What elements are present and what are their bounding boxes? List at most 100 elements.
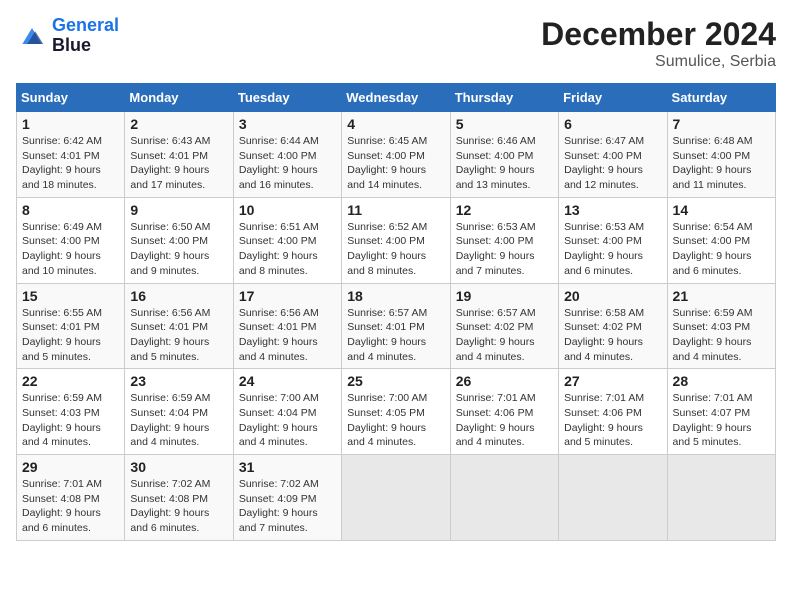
calendar-cell: 6 Sunrise: 6:47 AM Sunset: 4:00 PM Daylig… — [559, 112, 667, 198]
weekday-header-saturday: Saturday — [667, 84, 775, 112]
day-number: 25 — [347, 373, 444, 389]
day-info: Sunrise: 6:51 AM Sunset: 4:00 PM Dayligh… — [239, 220, 336, 279]
day-info: Sunrise: 6:47 AM Sunset: 4:00 PM Dayligh… — [564, 134, 661, 193]
day-number: 11 — [347, 202, 444, 218]
day-info: Sunrise: 6:58 AM Sunset: 4:02 PM Dayligh… — [564, 306, 661, 365]
calendar-cell: 7 Sunrise: 6:48 AM Sunset: 4:00 PM Daylig… — [667, 112, 775, 198]
day-info: Sunrise: 7:02 AM Sunset: 4:09 PM Dayligh… — [239, 477, 336, 536]
calendar-cell — [667, 455, 775, 541]
calendar-cell: 9 Sunrise: 6:50 AM Sunset: 4:00 PM Daylig… — [125, 197, 233, 283]
day-number: 28 — [673, 373, 770, 389]
month-title: December 2024 — [541, 16, 776, 53]
day-number: 22 — [22, 373, 119, 389]
calendar-cell: 14 Sunrise: 6:54 AM Sunset: 4:00 PM Dayli… — [667, 197, 775, 283]
calendar-cell: 16 Sunrise: 6:56 AM Sunset: 4:01 PM Dayli… — [125, 283, 233, 369]
day-info: Sunrise: 7:01 AM Sunset: 4:06 PM Dayligh… — [564, 391, 661, 450]
day-number: 16 — [130, 288, 227, 304]
calendar-cell: 15 Sunrise: 6:55 AM Sunset: 4:01 PM Dayli… — [17, 283, 125, 369]
day-info: Sunrise: 7:02 AM Sunset: 4:08 PM Dayligh… — [130, 477, 227, 536]
logo-text: General Blue — [52, 16, 119, 56]
day-info: Sunrise: 6:52 AM Sunset: 4:00 PM Dayligh… — [347, 220, 444, 279]
calendar-cell: 18Sunrise: 6:57 AM Sunset: 4:01 PM Dayli… — [342, 283, 450, 369]
day-info: Sunrise: 7:01 AM Sunset: 4:06 PM Dayligh… — [456, 391, 553, 450]
day-info: Sunrise: 7:00 AM Sunset: 4:05 PM Dayligh… — [347, 391, 444, 450]
calendar-cell: 25 Sunrise: 7:00 AM Sunset: 4:05 PM Dayli… — [342, 369, 450, 455]
day-number: 7 — [673, 116, 770, 132]
day-number: 31 — [239, 459, 336, 475]
day-number: 17 — [239, 288, 336, 304]
calendar-cell: 3 Sunrise: 6:44 AM Sunset: 4:00 PM Daylig… — [233, 112, 341, 198]
day-info: Sunrise: 7:00 AM Sunset: 4:04 PM Dayligh… — [239, 391, 336, 450]
day-info: Sunrise: 6:45 AM Sunset: 4:00 PM Dayligh… — [347, 134, 444, 193]
day-number: 10 — [239, 202, 336, 218]
calendar-cell: 30 Sunrise: 7:02 AM Sunset: 4:08 PM Dayli… — [125, 455, 233, 541]
day-info: Sunrise: 6:50 AM Sunset: 4:00 PM Dayligh… — [130, 220, 227, 279]
day-info: Sunrise: 6:56 AM Sunset: 4:01 PM Dayligh… — [239, 306, 336, 365]
day-info: Sunrise: 6:43 AM Sunset: 4:01 PM Dayligh… — [130, 134, 227, 193]
calendar-cell: 19Sunrise: 6:57 AM Sunset: 4:02 PM Dayli… — [450, 283, 558, 369]
day-info: Sunrise: 6:53 AM Sunset: 4:00 PM Dayligh… — [456, 220, 553, 279]
day-number: 3 — [239, 116, 336, 132]
day-number: 26 — [456, 373, 553, 389]
day-info: Sunrise: 6:56 AM Sunset: 4:01 PM Dayligh… — [130, 306, 227, 365]
calendar-cell: 5 Sunrise: 6:46 AM Sunset: 4:00 PM Daylig… — [450, 112, 558, 198]
day-number: 29 — [22, 459, 119, 475]
day-number: 6 — [564, 116, 661, 132]
day-info: Sunrise: 7:01 AM Sunset: 4:07 PM Dayligh… — [673, 391, 770, 450]
day-number: 19 — [456, 288, 553, 304]
calendar-cell: 2 Sunrise: 6:43 AM Sunset: 4:01 PM Daylig… — [125, 112, 233, 198]
day-number: 18 — [347, 288, 444, 304]
weekday-header-monday: Monday — [125, 84, 233, 112]
calendar-cell: 1 Sunrise: 6:42 AM Sunset: 4:01 PM Daylig… — [17, 112, 125, 198]
calendar-cell: 13 Sunrise: 6:53 AM Sunset: 4:00 PM Dayli… — [559, 197, 667, 283]
logo-icon — [16, 20, 48, 52]
calendar-cell: 12 Sunrise: 6:53 AM Sunset: 4:00 PM Dayli… — [450, 197, 558, 283]
day-number: 13 — [564, 202, 661, 218]
calendar-cell — [450, 455, 558, 541]
calendar-cell: 23 Sunrise: 6:59 AM Sunset: 4:04 PM Dayli… — [125, 369, 233, 455]
day-info: Sunrise: 7:01 AM Sunset: 4:08 PM Dayligh… — [22, 477, 119, 536]
day-info: Sunrise: 6:59 AM Sunset: 4:03 PM Dayligh… — [673, 306, 770, 365]
title-area: December 2024 Sumulice, Serbia — [541, 16, 776, 71]
weekday-header-wednesday: Wednesday — [342, 84, 450, 112]
calendar-cell: 8 Sunrise: 6:49 AM Sunset: 4:00 PM Daylig… — [17, 197, 125, 283]
day-number: 8 — [22, 202, 119, 218]
calendar-cell: 20 Sunrise: 6:58 AM Sunset: 4:02 PM Dayli… — [559, 283, 667, 369]
day-info: Sunrise: 6:44 AM Sunset: 4:00 PM Dayligh… — [239, 134, 336, 193]
day-info: Sunrise: 6:46 AM Sunset: 4:00 PM Dayligh… — [456, 134, 553, 193]
day-number: 21 — [673, 288, 770, 304]
day-info: Sunrise: 6:48 AM Sunset: 4:00 PM Dayligh… — [673, 134, 770, 193]
day-number: 24 — [239, 373, 336, 389]
day-number: 5 — [456, 116, 553, 132]
day-number: 1 — [22, 116, 119, 132]
calendar-cell — [342, 455, 450, 541]
day-number: 15 — [22, 288, 119, 304]
day-info: Sunrise: 6:42 AM Sunset: 4:01 PM Dayligh… — [22, 134, 119, 193]
calendar-cell: 24 Sunrise: 7:00 AM Sunset: 4:04 PM Dayli… — [233, 369, 341, 455]
day-info: Sunrise: 6:59 AM Sunset: 4:03 PM Dayligh… — [22, 391, 119, 450]
calendar-cell: 21 Sunrise: 6:59 AM Sunset: 4:03 PM Dayli… — [667, 283, 775, 369]
day-info: Sunrise: 6:59 AM Sunset: 4:04 PM Dayligh… — [130, 391, 227, 450]
weekday-header-tuesday: Tuesday — [233, 84, 341, 112]
day-number: 20 — [564, 288, 661, 304]
calendar-cell: 29 Sunrise: 7:01 AM Sunset: 4:08 PM Dayli… — [17, 455, 125, 541]
day-number: 27 — [564, 373, 661, 389]
day-number: 30 — [130, 459, 227, 475]
calendar-cell: 27 Sunrise: 7:01 AM Sunset: 4:06 PM Dayli… — [559, 369, 667, 455]
calendar-table: SundayMondayTuesdayWednesdayThursdayFrid… — [16, 83, 776, 541]
day-number: 14 — [673, 202, 770, 218]
day-number: 2 — [130, 116, 227, 132]
calendar-cell: 11 Sunrise: 6:52 AM Sunset: 4:00 PM Dayli… — [342, 197, 450, 283]
calendar-cell: 17 Sunrise: 6:56 AM Sunset: 4:01 PM Dayli… — [233, 283, 341, 369]
day-number: 23 — [130, 373, 227, 389]
logo: General Blue — [16, 16, 119, 56]
weekday-header-sunday: Sunday — [17, 84, 125, 112]
calendar-cell: 22 Sunrise: 6:59 AM Sunset: 4:03 PM Dayli… — [17, 369, 125, 455]
day-info: Sunrise: 6:55 AM Sunset: 4:01 PM Dayligh… — [22, 306, 119, 365]
day-number: 12 — [456, 202, 553, 218]
weekday-header-thursday: Thursday — [450, 84, 558, 112]
day-info: Sunrise: 6:53 AM Sunset: 4:00 PM Dayligh… — [564, 220, 661, 279]
day-number: 9 — [130, 202, 227, 218]
day-info: Sunrise: 6:54 AM Sunset: 4:00 PM Dayligh… — [673, 220, 770, 279]
day-info: Sunrise: 6:49 AM Sunset: 4:00 PM Dayligh… — [22, 220, 119, 279]
